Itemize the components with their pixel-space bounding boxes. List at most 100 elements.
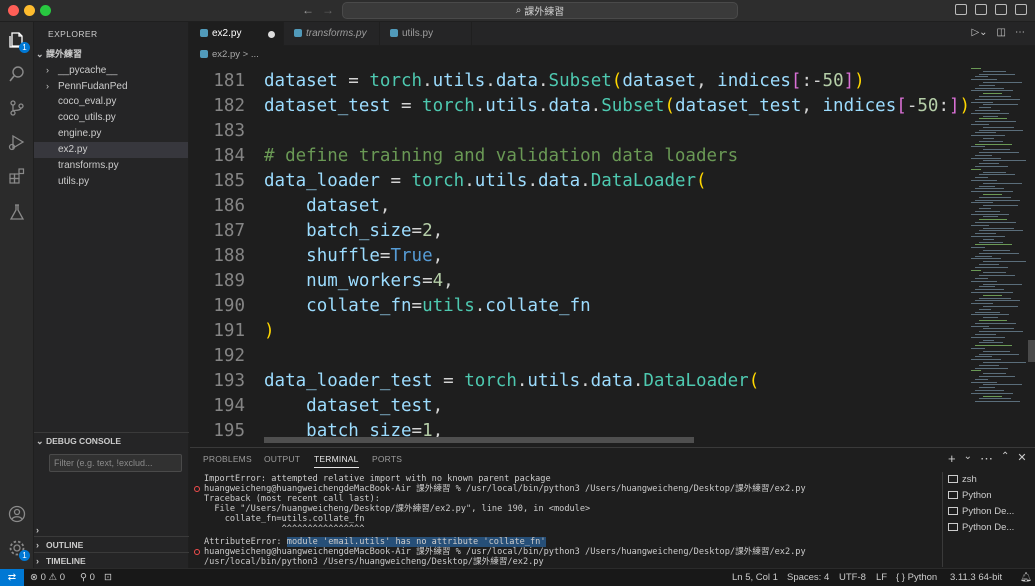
ports-status[interactable]: ⚲ 0 — [80, 569, 95, 586]
minimap-line — [971, 112, 1009, 114]
source-control-icon[interactable] — [7, 98, 27, 118]
error-circle-icon[interactable] — [194, 549, 200, 555]
testing-flask-icon[interactable] — [7, 202, 27, 222]
unsaved-dot-icon[interactable] — [268, 31, 275, 38]
minimap-line — [971, 90, 1013, 92]
command-center-search[interactable]: ⌕ 課外練習 — [342, 2, 738, 19]
language-mode[interactable]: { } Python — [896, 569, 937, 586]
explorer-badge: 1 — [19, 42, 30, 53]
code-line: 192 — [213, 346, 245, 366]
run-and-debug-icon[interactable] — [7, 132, 27, 152]
minimap-line — [983, 261, 1026, 263]
end-of-line[interactable]: LF — [876, 569, 887, 586]
cursor-position[interactable]: Ln 5, Col 1 — [732, 569, 778, 586]
minimap-line — [979, 107, 991, 109]
explorer-header: EXPLORER — [48, 29, 98, 39]
tab-utils[interactable]: utils.py — [380, 22, 472, 46]
tab-output[interactable]: OUTPUT — [264, 454, 300, 464]
back-arrow-icon[interactable]: ← — [302, 3, 314, 17]
explorer-file[interactable]: engine.py — [34, 126, 188, 142]
minimap-line — [971, 236, 1005, 237]
terminal-instance[interactable]: zsh — [948, 472, 1035, 488]
minimap-line — [983, 205, 1018, 207]
minimap-line — [983, 126, 1014, 128]
indentation[interactable]: Spaces: 4 — [787, 569, 829, 586]
manage-gear-icon[interactable]: 1 — [7, 538, 30, 561]
tab-ex2[interactable]: ex2.py — [190, 22, 284, 46]
explorer-folder[interactable]: › __pycache__ — [34, 62, 188, 78]
toggle-secondary-sidebar-icon[interactable] — [995, 4, 1007, 15]
toggle-primary-sidebar-icon[interactable] — [955, 4, 967, 15]
close-window-button[interactable] — [8, 5, 19, 16]
more-actions-icon[interactable]: ⋯ — [1015, 27, 1025, 38]
minimap-line — [983, 182, 1022, 184]
minimap-line — [971, 191, 1013, 193]
terminal-instance[interactable]: Python De... — [948, 520, 1035, 536]
tab-ports[interactable]: PORTS — [372, 454, 402, 464]
code-editor[interactable]: 181 dataset = torch.utils.data.Subset(dat… — [190, 64, 968, 446]
tab-problems[interactable]: PROBLEMS — [203, 454, 252, 464]
window-title: 課外練習 — [524, 7, 565, 18]
terminal-icon — [948, 507, 958, 515]
minimap-line — [979, 96, 1011, 97]
new-terminal-icon[interactable]: + — [948, 451, 956, 467]
error-circle-icon[interactable] — [194, 486, 200, 492]
split-editor-icon[interactable]: ◫ — [997, 27, 1006, 38]
forward-arrow-icon[interactable]: → — [322, 3, 334, 17]
explorer-file[interactable]: coco_utils.py — [34, 110, 188, 126]
minimap-line — [983, 238, 994, 240]
explorer-file[interactable]: transforms.py — [34, 158, 188, 174]
breadcrumb[interactable]: ex2.py > ... — [190, 46, 1035, 64]
timeline-header[interactable]: › TIMELINE — [34, 552, 189, 568]
editor-horizontal-scrollbar[interactable] — [264, 437, 694, 443]
remote-indicator-icon[interactable]: ⇄ — [0, 569, 24, 586]
extensions-icon[interactable] — [7, 166, 27, 186]
workspace-root[interactable]: ⌄ 課外練習 — [34, 46, 188, 62]
minimap-line — [983, 115, 998, 117]
search-icon[interactable] — [7, 64, 27, 84]
maximize-panel-icon[interactable]: ⌃ — [1001, 451, 1009, 467]
run-python-icon[interactable]: ▷⌄ — [971, 27, 987, 38]
customize-layout-icon[interactable] — [1015, 4, 1027, 15]
minimap-line — [975, 311, 1000, 313]
minimap-line — [979, 320, 1007, 321]
minimap-line — [975, 300, 1020, 302]
tab-terminal[interactable]: TERMINAL — [314, 454, 359, 468]
toggle-panel-icon[interactable] — [975, 4, 987, 15]
minimap-line — [971, 258, 1001, 260]
chevron-down-icon[interactable]: ⌄ — [964, 451, 972, 467]
more-actions-icon[interactable]: ⋯ — [980, 451, 993, 467]
account-icon[interactable] — [7, 504, 27, 524]
outline-header[interactable]: › OUTLINE — [34, 536, 189, 552]
explorer-file[interactable]: utils.py — [34, 174, 188, 190]
minimap-line — [971, 314, 1009, 316]
editor-vertical-scrollbar[interactable] — [1028, 340, 1035, 362]
terminal-instance[interactable]: Python — [948, 488, 1035, 504]
tab-transforms[interactable]: transforms.py — [284, 22, 380, 46]
minimap[interactable] — [968, 64, 1026, 446]
explorer-file[interactable]: coco_eval.py — [34, 94, 188, 110]
terminal-instance[interactable]: Python De... — [948, 504, 1035, 520]
minimize-window-button[interactable] — [24, 5, 35, 16]
close-panel-icon[interactable]: ✕ — [1017, 451, 1026, 467]
search-icon: ⌕ — [515, 5, 522, 16]
python-interpreter[interactable]: 3.11.3 64-bit — [950, 569, 1002, 586]
minimap-line — [979, 230, 1023, 232]
terminal-divider[interactable] — [942, 472, 943, 567]
minimap-line — [983, 317, 998, 319]
encoding[interactable]: UTF-8 — [839, 569, 866, 586]
minimap-line — [975, 154, 992, 156]
live-share-icon[interactable]: ⊡ — [104, 569, 112, 586]
minimap-line — [983, 272, 1006, 274]
explorer-icon[interactable]: 1 — [7, 30, 30, 53]
notifications-bell-icon[interactable]: 🔔︎ — [1020, 569, 1032, 586]
problems-status[interactable]: ⊗ 0 ⚠ 0 — [30, 569, 65, 586]
debug-console-header[interactable]: ⌄ DEBUG CONSOLE — [34, 432, 189, 448]
minimap-line — [983, 328, 1014, 330]
explorer-folder[interactable]: › PennFudanPed — [34, 78, 188, 94]
maximize-window-button[interactable] — [40, 5, 51, 16]
debug-console-filter-input[interactable]: Filter (e.g. text, !exclud... — [49, 454, 182, 472]
explorer-file[interactable]: ex2.py — [34, 142, 188, 158]
minimap-line — [979, 297, 1011, 299]
minimap-line — [971, 269, 981, 271]
